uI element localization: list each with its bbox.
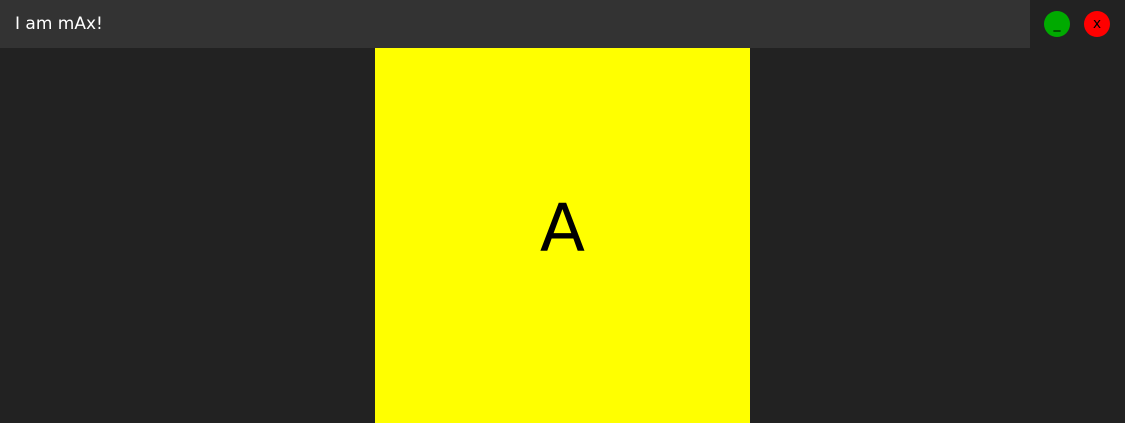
window-controls: _ x: [1030, 0, 1125, 48]
window-title: I am mAx!: [15, 14, 103, 34]
app-window: I am mAx! _ x A: [0, 0, 1125, 423]
minimize-button[interactable]: _: [1044, 11, 1070, 37]
title-bar[interactable]: I am mAx!: [0, 0, 1030, 48]
panel-letter: A: [539, 190, 586, 267]
letter-panel: A: [375, 48, 750, 423]
close-button[interactable]: x: [1084, 11, 1110, 37]
